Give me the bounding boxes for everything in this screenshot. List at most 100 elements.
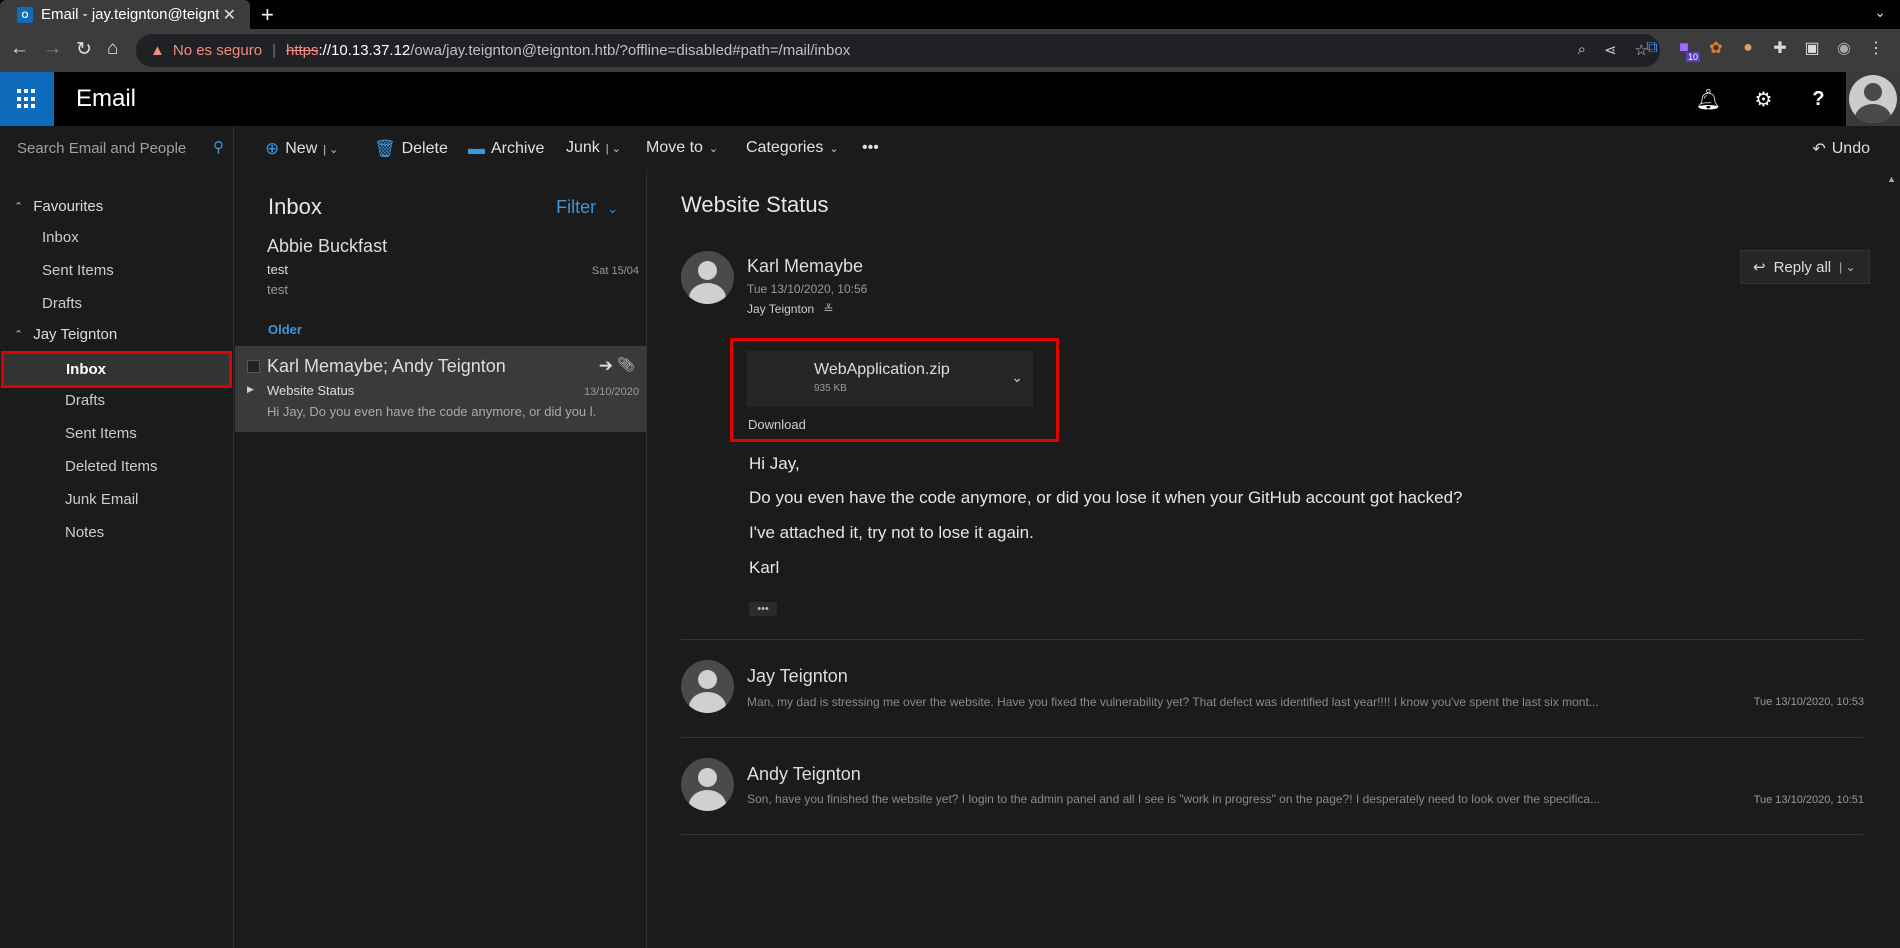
folder-inbox[interactable]: Inbox bbox=[1, 351, 232, 388]
reply-all-button[interactable]: ↩ Reply all | ⌄ bbox=[1740, 250, 1870, 284]
omnibox-actions: ⌕ ⋖ ☆ bbox=[1578, 41, 1648, 59]
list-item[interactable]: Abbie Buckfast test Sat 15/04 test bbox=[235, 232, 647, 302]
header-actions: 🔔︎ ⚙ ? bbox=[1681, 72, 1900, 126]
paperclip-icon: 📎︎ bbox=[617, 356, 635, 372]
categories-button[interactable]: Categories ⌄ bbox=[746, 139, 839, 157]
favourite-sent-items[interactable]: Sent Items bbox=[42, 262, 114, 279]
junk-label: Junk bbox=[566, 139, 600, 156]
email-from[interactable]: Karl Memaybe bbox=[747, 256, 863, 277]
attachment-size: 935 KB bbox=[814, 383, 847, 394]
more-actions-button[interactable]: ••• bbox=[862, 139, 879, 157]
collapse-chevron-icon[interactable]: ⌃ bbox=[14, 328, 23, 341]
help-icon[interactable]: ? bbox=[1791, 72, 1846, 126]
junk-button[interactable]: Junk | ⌄ bbox=[566, 139, 621, 157]
attachment-menu-chevron-icon[interactable]: ⌄ bbox=[1011, 369, 1023, 386]
new-tab-button[interactable]: + bbox=[261, 2, 274, 28]
puzzle-extensions-icon[interactable]: ✚ bbox=[1770, 38, 1790, 58]
folder-notes[interactable]: Notes bbox=[65, 524, 104, 541]
command-bar: ⊕ New | ⌄ 🗑︎ Delete ▬ Archive Junk | ⌄ M… bbox=[235, 126, 1900, 170]
profile-avatar-icon[interactable]: ◉ bbox=[1834, 38, 1854, 58]
search-box[interactable]: Search Email and People ⚲ bbox=[0, 126, 234, 170]
tab-search-chevron-icon[interactable]: ⌄ bbox=[1874, 4, 1886, 21]
folder-sent-items[interactable]: Sent Items bbox=[65, 425, 137, 442]
folder-junk-email[interactable]: Junk Email bbox=[65, 491, 138, 508]
message-date: 13/10/2020 bbox=[583, 386, 639, 398]
search-input[interactable]: Search Email and People bbox=[17, 140, 186, 157]
side-panel-icon[interactable]: ▣ bbox=[1802, 38, 1822, 58]
account-label: Jay Teignton bbox=[33, 326, 118, 343]
extension-badge-icon[interactable]: ■ 10 bbox=[1674, 38, 1700, 62]
back-arrow-icon[interactable]: ← bbox=[10, 38, 29, 60]
app-launcher-icon[interactable] bbox=[0, 72, 54, 126]
search-icon[interactable]: ⚲ bbox=[213, 138, 224, 156]
favourite-inbox[interactable]: Inbox bbox=[42, 229, 79, 246]
notifications-bell-icon[interactable]: 🔔︎ bbox=[1681, 72, 1736, 126]
attachment-card[interactable]: WebApplication.zip 935 KB ⌄ bbox=[747, 351, 1033, 407]
forward-arrow-icon[interactable]: → bbox=[43, 38, 62, 60]
browser-menu-icon[interactable]: ⋮ bbox=[1866, 38, 1886, 58]
email-recipients[interactable]: Jay Teignton ≚ bbox=[747, 302, 834, 316]
expand-triangle-icon[interactable]: ▶ bbox=[247, 384, 254, 395]
message-date: Sat 15/04 bbox=[591, 265, 639, 277]
translate-extension-icon[interactable]: ⧉ bbox=[1642, 38, 1662, 58]
new-button[interactable]: ⊕ New | ⌄ bbox=[265, 139, 338, 159]
cookie-editor-icon[interactable]: ● bbox=[1738, 38, 1758, 58]
archive-button[interactable]: ▬ Archive bbox=[468, 139, 544, 159]
download-link[interactable]: Download bbox=[748, 417, 806, 432]
chevron-down-icon[interactable]: | ⌄ bbox=[606, 142, 621, 155]
sender-avatar bbox=[681, 758, 734, 811]
list-item[interactable]: Karl Memaybe; Andy Teignton ➔ 📎︎ ▶ Websi… bbox=[235, 346, 647, 432]
url-scheme: https bbox=[285, 42, 319, 59]
message-sender: Karl Memaybe; Andy Teignton bbox=[267, 356, 506, 376]
filter-button[interactable]: Filter ⌄ bbox=[556, 197, 618, 218]
attachment-name: WebApplication.zip bbox=[814, 361, 950, 378]
divider bbox=[681, 639, 1863, 640]
chevron-down-icon: ⌄ bbox=[607, 201, 618, 216]
archive-box-icon: ▬ bbox=[468, 139, 485, 158]
undo-arrow-icon: ↶ bbox=[1812, 141, 1826, 158]
folder-drafts[interactable]: Drafts bbox=[65, 392, 105, 409]
collapse-chevron-icon[interactable]: ⌃ bbox=[14, 200, 23, 213]
expand-recipients-icon[interactable]: ≚ bbox=[824, 302, 834, 316]
categories-label: Categories bbox=[746, 139, 824, 156]
divider bbox=[681, 737, 1863, 738]
close-tab-icon[interactable]: ✕ bbox=[223, 5, 236, 25]
chevron-down-icon[interactable]: | ⌄ bbox=[323, 143, 338, 156]
zoom-icon[interactable]: ⌕ bbox=[1578, 41, 1586, 59]
security-status[interactable]: No es seguro bbox=[173, 42, 262, 59]
reply-all-icon: ↩ bbox=[1753, 259, 1766, 276]
reply-options-chevron-icon[interactable]: | ⌄ bbox=[1839, 260, 1856, 274]
extensions-area: ⧉ ■ 10 ✿ ● ✚ ▣ ◉ ⋮ bbox=[1642, 38, 1886, 62]
reload-icon[interactable]: ↻ bbox=[76, 38, 92, 61]
account-group[interactable]: ⌃ Jay Teignton bbox=[14, 326, 117, 343]
reply-all-label: Reply all bbox=[1773, 258, 1832, 276]
home-icon[interactable]: ⌂ bbox=[107, 38, 118, 60]
browser-tab[interactable]: O Email - jay.teignton@teignton ✕ bbox=[0, 0, 250, 29]
tab-title: Email - jay.teignton@teignton bbox=[41, 6, 219, 23]
cookie-extension-icon[interactable]: ✿ bbox=[1706, 38, 1726, 58]
share-icon[interactable]: ⋖ bbox=[1604, 41, 1617, 59]
favourite-drafts[interactable]: Drafts bbox=[42, 295, 82, 312]
favourites-group[interactable]: ⌃ Favourites bbox=[14, 198, 103, 215]
filter-label: Filter bbox=[556, 197, 597, 217]
message-subject: Website Status bbox=[267, 383, 355, 398]
user-avatar[interactable] bbox=[1846, 72, 1900, 126]
scroll-up-arrow-icon[interactable]: ▲ bbox=[1887, 174, 1896, 184]
browser-tab-strip: O Email - jay.teignton@teignton ✕ + ⌄ bbox=[0, 0, 1900, 29]
url-path: /owa/jay.teignton@teignton.htb/?offline=… bbox=[410, 42, 851, 59]
delete-button[interactable]: 🗑︎ Delete bbox=[374, 139, 448, 159]
separator: | bbox=[272, 42, 276, 59]
favourites-label: Favourites bbox=[33, 198, 104, 215]
browser-toolbar: ← → ↻ ⌂ ▲ No es seguro | https ://10.13.… bbox=[0, 29, 1900, 72]
reading-pane: ▲ Website Status Karl Memaybe Tue 13/10/… bbox=[648, 170, 1900, 948]
undo-button[interactable]: ↶ Undo bbox=[1812, 139, 1870, 159]
message-checkbox[interactable] bbox=[247, 360, 260, 373]
thread-from: Andy Teignton bbox=[747, 764, 861, 784]
chevron-down-icon: ⌄ bbox=[829, 142, 839, 155]
move-to-button[interactable]: Move to ⌄ bbox=[646, 139, 718, 157]
folder-deleted-items[interactable]: Deleted Items bbox=[65, 458, 158, 475]
url-host: ://10.13.37.12 bbox=[318, 42, 411, 59]
settings-gear-icon[interactable]: ⚙ bbox=[1736, 72, 1791, 126]
address-bar[interactable]: ▲ No es seguro | https ://10.13.37.12 /o… bbox=[136, 34, 1660, 67]
show-more-button[interactable]: ••• bbox=[749, 602, 777, 616]
